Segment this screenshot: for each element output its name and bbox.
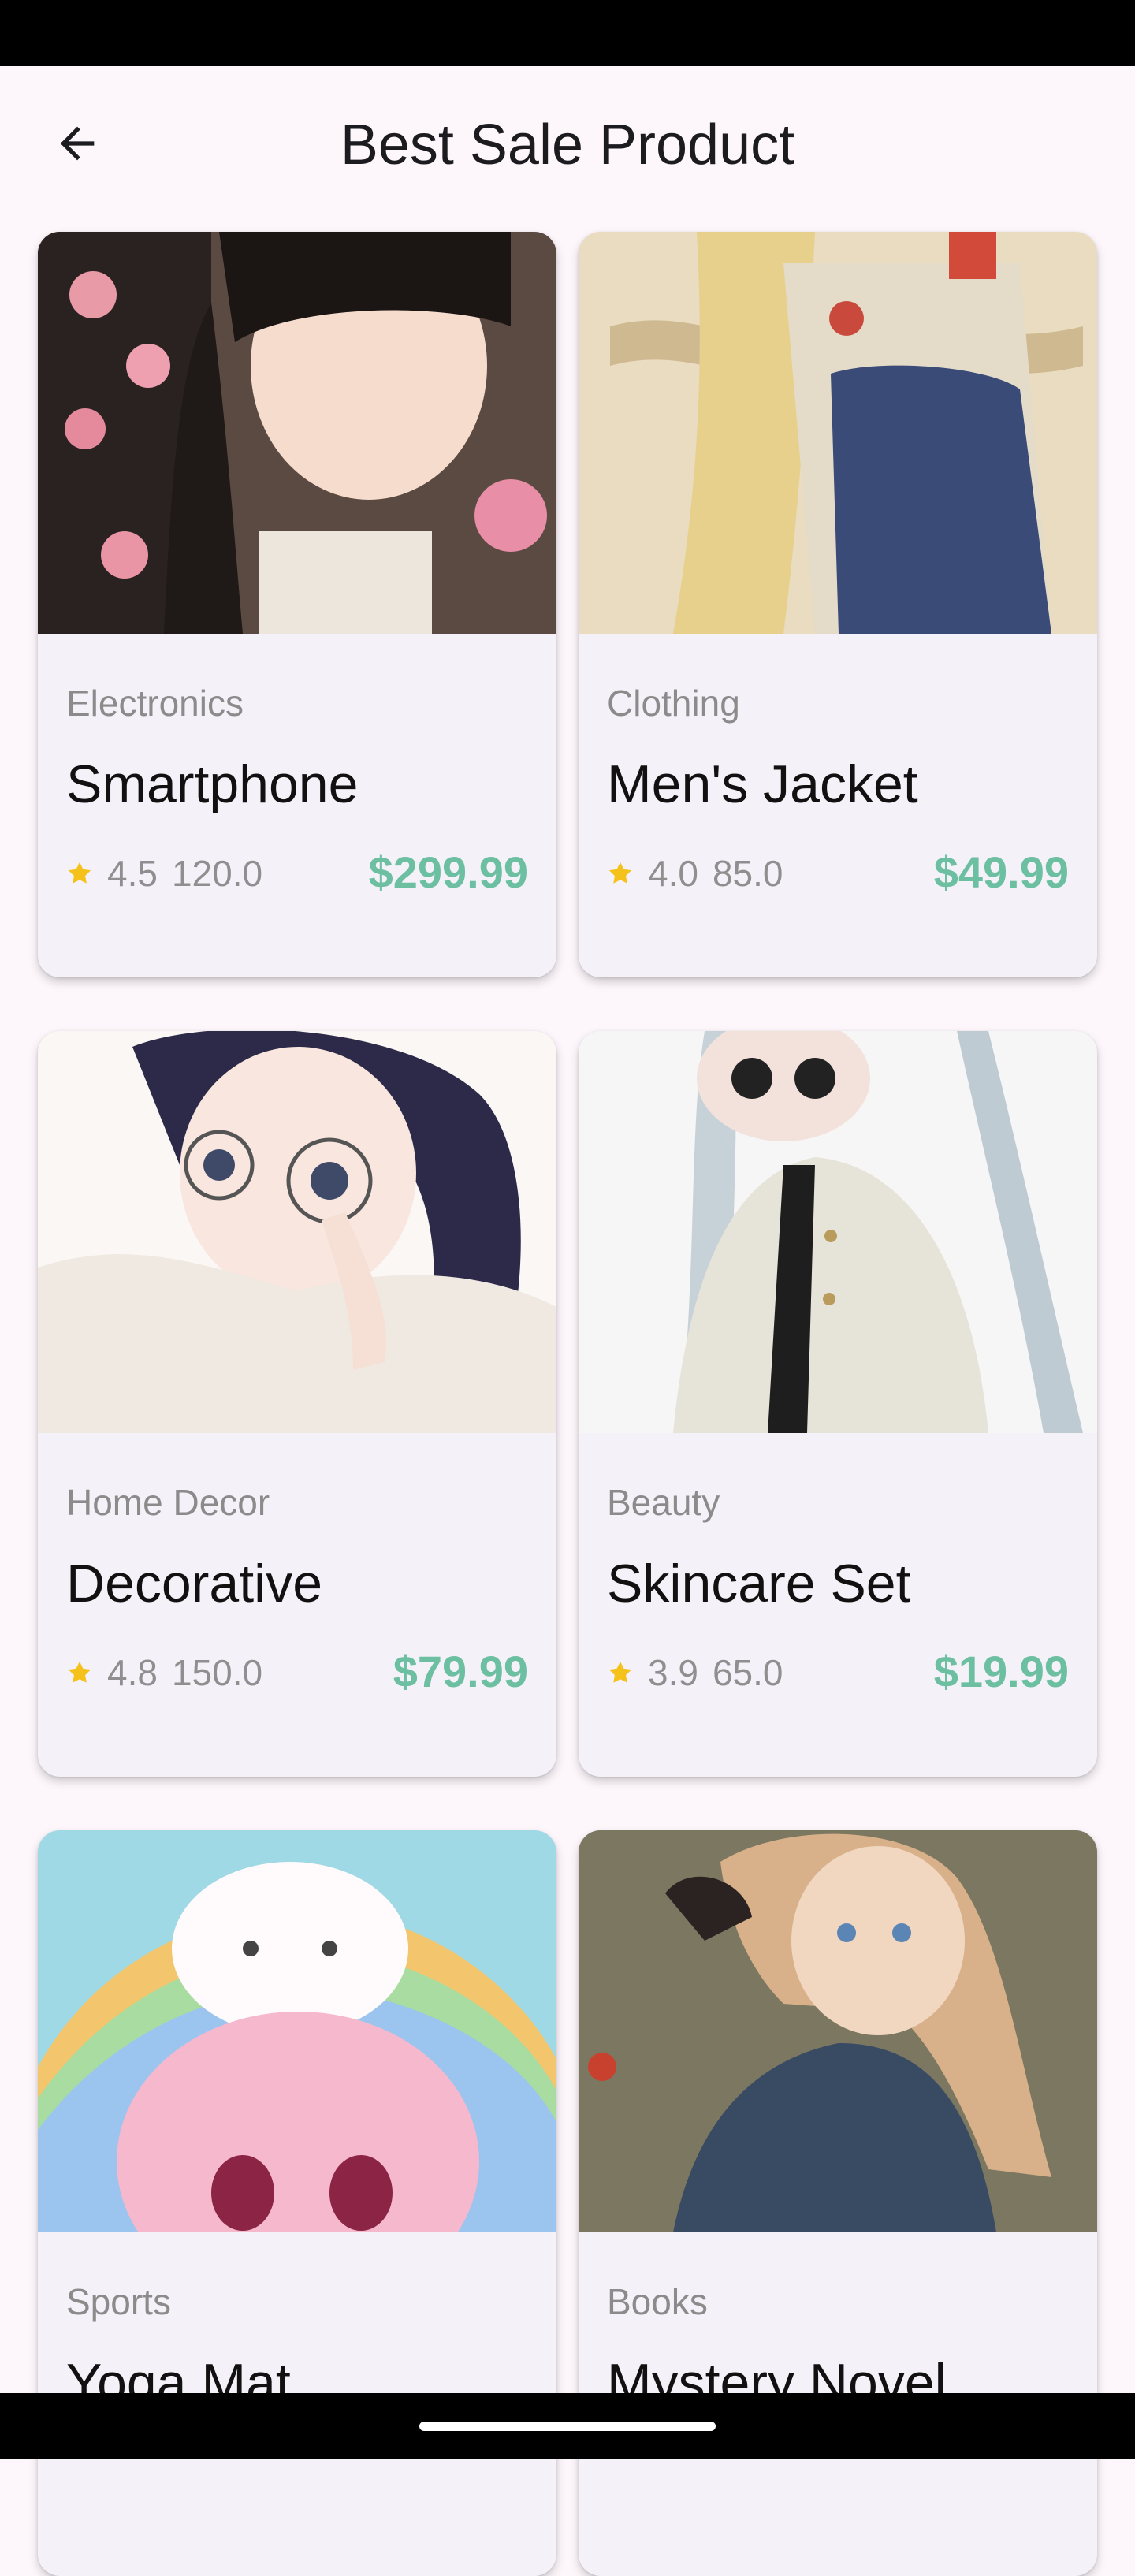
product-reviews: 65.0 [712,1652,783,1693]
navigation-bar [0,2393,1135,2459]
product-name: Skincare Set [607,1554,911,1614]
product-image [579,1830,1097,2232]
star-icon [608,862,632,884]
product-image [38,1830,556,2232]
product-image [579,232,1097,634]
status-bar [0,0,1135,66]
product-price: $79.99 [393,1647,528,1696]
product-image [38,232,556,634]
product-image [38,1031,556,1433]
home-gesture-handle[interactable] [419,2422,716,2431]
product-rating: 4.0 [648,853,698,894]
product-card-mens-jacket[interactable]: Clothing Men's Jacket 4.0 85.0 $49.99 [579,232,1097,977]
product-card-smartphone[interactable]: Electronics Smartphone 4.5 120.0 $299.99 [38,232,556,977]
product-card-decorative[interactable]: Home Decor Decorative 4.8 150.0 $79.99 [38,1031,556,1777]
product-meta: 4.0 85.0 [607,850,783,897]
app-bar: Best Sale Product [0,66,1135,221]
product-category: Clothing [607,683,740,724]
product-card-mystery-novel[interactable]: Books Mystery Novel [579,1830,1097,2576]
product-category: Sports [66,2281,171,2322]
product-name: Men's Jacket [607,754,918,814]
product-meta: 4.8 150.0 [66,1649,262,1696]
product-image [579,1031,1097,1433]
product-name: Decorative [66,1554,323,1614]
product-rating: 4.5 [107,853,158,894]
product-meta: 4.5 120.0 [66,850,262,897]
star-icon [68,862,91,884]
star-icon [608,1661,632,1683]
product-category: Home Decor [66,1482,270,1523]
page-title: Best Sale Product [340,114,795,177]
product-category: Books [607,2281,708,2322]
product-reviews: 150.0 [171,1652,263,1693]
product-meta: 3.9 65.0 [607,1649,783,1696]
product-price: $19.99 [933,1647,1069,1696]
star-icon [68,1661,91,1683]
product-card-skincare-set[interactable]: Beauty Skincare Set 3.9 65.0 $19.99 [579,1031,1097,1777]
product-category: Beauty [607,1482,720,1523]
product-price: $49.99 [933,847,1069,897]
product-category: Electronics [66,683,244,724]
product-reviews: 85.0 [712,853,783,894]
product-rating: 3.9 [648,1652,698,1693]
product-reviews: 120.0 [171,853,263,894]
product-rating: 4.8 [107,1652,158,1693]
product-price: $299.99 [368,847,528,897]
product-name: Smartphone [66,754,359,814]
product-card-yoga-mat[interactable]: Sports Yoga Mat [38,1830,556,2576]
